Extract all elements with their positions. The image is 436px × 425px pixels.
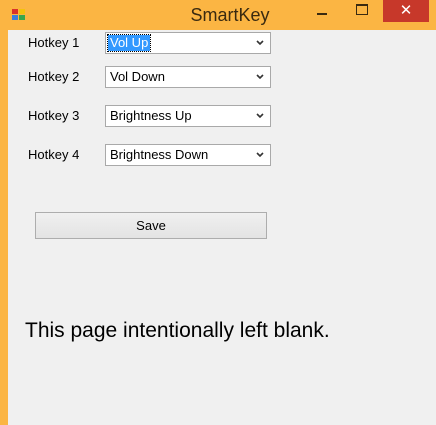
chevron-down-icon [256,152,264,158]
window-title: SmartKey [190,5,270,25]
maximize-icon[interactable] [348,0,375,22]
hotkey-1-label: Hotkey 1 [28,35,80,50]
hotkey-4-value: Brightness Down [110,147,209,162]
hotkey-2-label: Hotkey 2 [28,69,80,84]
blank-page-notice: This page intentionally left blank. [25,319,330,342]
hotkey-2-combobox[interactable]: Vol Down [105,66,271,88]
minimize-icon[interactable] [308,0,335,22]
hotkey-3-value: Brightness Up [110,108,192,123]
hotkey-2-value: Vol Down [110,69,165,84]
smartkey-window: SmartKey ✕ Hotkey 1 Vol Up Hotkey 2 Vol … [0,0,436,425]
close-icon[interactable]: ✕ [383,0,429,22]
chevron-down-icon [256,113,264,119]
hotkey-4-label: Hotkey 4 [28,147,80,162]
chevron-down-icon [256,40,264,46]
chevron-down-icon [256,74,264,80]
app-icon[interactable] [12,9,26,21]
hotkey-3-combobox[interactable]: Brightness Up [105,105,271,127]
title-bar[interactable]: SmartKey ✕ [0,0,436,30]
hotkey-3-label: Hotkey 3 [28,108,80,123]
client-area: Hotkey 1 Vol Up Hotkey 2 Vol Down Hotkey… [8,30,436,425]
hotkey-1-value: Vol Up [106,34,152,52]
save-button[interactable]: Save [35,212,267,239]
hotkey-4-combobox[interactable]: Brightness Down [105,144,271,166]
hotkey-1-combobox[interactable]: Vol Up [105,32,271,54]
